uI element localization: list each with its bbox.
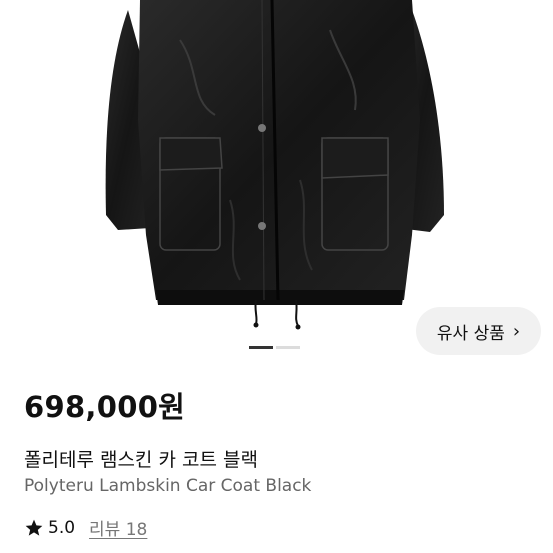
- product-title-english: Polyteru Lambskin Car Coat Black: [24, 476, 312, 496]
- product-price: 698,000원: [24, 390, 186, 424]
- similar-products-label: 유사 상품: [436, 323, 505, 344]
- rating-score: 5.0: [48, 517, 76, 538]
- product-image[interactable]: 유사 상품 ›: [0, 0, 553, 368]
- star-icon: [25, 519, 43, 536]
- similar-products-button[interactable]: 유사 상품 ›: [416, 307, 541, 355]
- chevron-right-icon: ›: [512, 320, 521, 342]
- pager-dot-1[interactable]: [249, 346, 273, 349]
- image-pager[interactable]: [249, 346, 300, 349]
- product-title-korean: 폴리테루 램스킨 카 코트 블랙: [24, 449, 258, 471]
- pager-dot-2[interactable]: [276, 346, 300, 349]
- product-rating: 5.0 리뷰 18: [24, 515, 147, 540]
- reviews-link[interactable]: 리뷰 18: [89, 515, 147, 540]
